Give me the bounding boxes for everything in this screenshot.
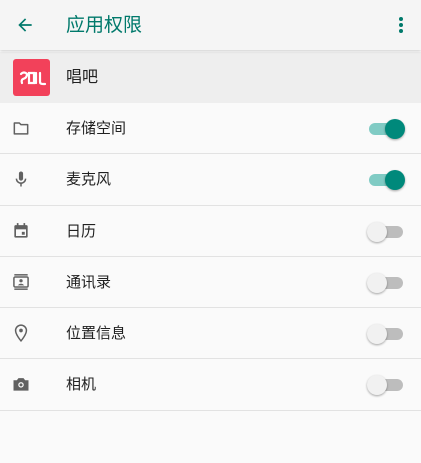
permission-label: 存储空间 — [66, 119, 127, 137]
permission-row-calendar[interactable]: 日历 — [0, 206, 421, 257]
toggle-thumb — [367, 221, 387, 242]
toggle-thumb — [367, 375, 387, 396]
camera-icon — [10, 373, 32, 395]
app-name: 唱吧 — [66, 67, 99, 86]
permission-toggle[interactable] — [367, 375, 403, 396]
permission-row-location[interactable]: 位置信息 — [0, 308, 421, 360]
toggle-thumb — [385, 119, 405, 139]
app-logo-mark — [19, 70, 46, 85]
more-options-button[interactable] — [391, 12, 411, 38]
page-title: 应用权限 — [66, 14, 143, 36]
back-button[interactable] — [12, 12, 38, 38]
app-bar: 应用权限 — [0, 0, 421, 50]
permission-row-microphone[interactable]: 麦克风 — [0, 154, 421, 206]
permission-row-contacts[interactable]: 通讯录 — [0, 257, 421, 309]
folder-icon — [10, 117, 32, 139]
app-logo — [13, 59, 50, 96]
permission-label: 相机 — [66, 375, 97, 394]
permission-toggle[interactable] — [369, 119, 405, 139]
permission-row-camera[interactable]: 相机 — [0, 359, 421, 411]
permission-label: 通讯录 — [66, 272, 112, 291]
toggle-thumb — [367, 272, 387, 293]
more-vert-icon — [399, 17, 403, 33]
arrow-left-icon — [18, 18, 32, 32]
contacts-icon — [10, 271, 32, 293]
permission-toggle[interactable] — [367, 272, 403, 293]
permission-label: 位置信息 — [66, 324, 127, 343]
toggle-thumb — [367, 324, 387, 345]
toggle-thumb — [385, 170, 405, 191]
app-info-header: 唱吧 — [0, 52, 421, 103]
permission-toggle[interactable] — [369, 170, 405, 191]
permission-toggle[interactable] — [367, 324, 403, 345]
permission-label: 麦克风 — [66, 170, 112, 189]
permission-label: 日历 — [66, 221, 97, 240]
permission-list: 存储空间 麦克风 日历 通讯录 位置信息 相机 — [0, 103, 421, 411]
permission-row-storage[interactable]: 存储空间 — [0, 103, 421, 155]
location-pin-icon — [10, 322, 32, 344]
permission-toggle[interactable] — [367, 221, 403, 242]
calendar-icon — [10, 220, 32, 242]
microphone-icon — [10, 168, 32, 190]
